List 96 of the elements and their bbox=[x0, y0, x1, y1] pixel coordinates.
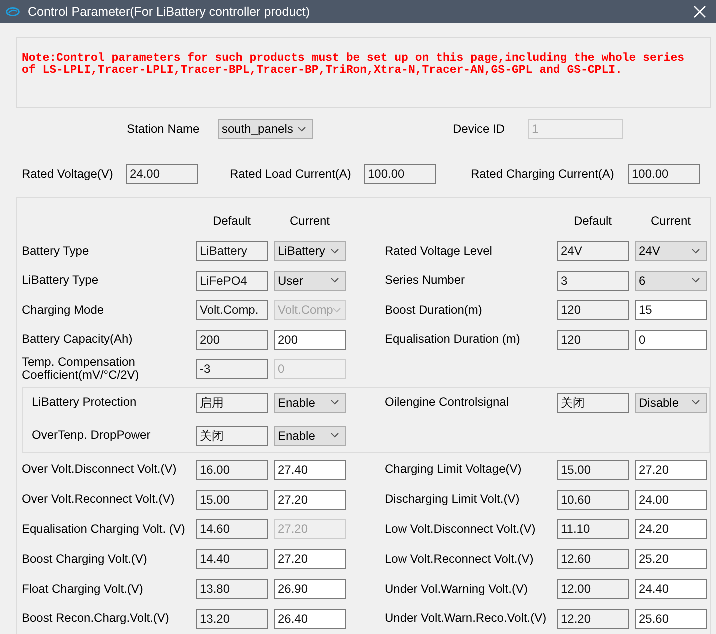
default-value-field: 16.00 bbox=[196, 460, 268, 480]
field-label: Under Vol.Warning Volt.(V) bbox=[385, 582, 529, 596]
close-icon bbox=[694, 6, 706, 18]
value-field[interactable]: 25.60 bbox=[635, 608, 707, 629]
chevron-down-icon bbox=[331, 433, 339, 438]
value-field: 100.00 bbox=[628, 164, 700, 184]
dropdown[interactable]: LiBattery bbox=[274, 241, 346, 262]
chevron-down-icon bbox=[333, 308, 342, 313]
default-value-field: 15.00 bbox=[196, 490, 268, 510]
default-value-field: 关闭 bbox=[557, 392, 629, 412]
value-field: 100.00 bbox=[364, 164, 436, 184]
field-label: Charging Mode bbox=[22, 304, 106, 317]
default-value-field: 3 bbox=[557, 270, 629, 291]
value-field: 24.00 bbox=[126, 164, 198, 184]
default-value-field: 关闭 bbox=[196, 426, 268, 446]
field-label: Temp. Compensation Coefficient(mV/°C/2V) bbox=[22, 356, 140, 382]
field-label: OverTenp. DropPower bbox=[32, 429, 152, 442]
default-value-field: 15.00 bbox=[557, 460, 629, 480]
default-value-field: 200 bbox=[196, 330, 268, 350]
field-label: Discharging Limit Volt.(V) bbox=[385, 493, 521, 506]
chevron-down-icon bbox=[298, 126, 306, 132]
close-button[interactable] bbox=[694, 6, 706, 18]
field-label: Rated Load Current(A) bbox=[230, 167, 352, 181]
value-field[interactable]: 15 bbox=[635, 300, 707, 320]
chevron-down-icon bbox=[692, 278, 700, 284]
default-value-field: -3 bbox=[196, 359, 268, 380]
default-value-field: 14.40 bbox=[196, 549, 268, 570]
column-header: Default bbox=[572, 214, 614, 228]
warning-note: Note:Control parameters for such products must be set up on this page,including the whole series of LS-LPLI,Tracer-LPLI,Tracer-BPL,Tracer-BP,TriRon,Xtra-N,Tracer-AN,GS-GPL and GS-CPLI. bbox=[22, 53, 686, 77]
chevron-down-icon bbox=[331, 400, 339, 405]
column-header: Current bbox=[650, 214, 692, 228]
dropdown[interactable]: Enable bbox=[274, 392, 346, 412]
default-value-field: LiBattery bbox=[196, 241, 268, 262]
default-value-field: 24V bbox=[557, 241, 629, 262]
field-label: Series Number bbox=[385, 274, 466, 288]
column-header: Current bbox=[288, 214, 331, 228]
window-title: Control Parameter(For LiBattery controller product) bbox=[28, 4, 310, 18]
value-field[interactable]: 200 bbox=[274, 330, 346, 350]
default-value-field: 13.80 bbox=[196, 579, 268, 600]
field-label: Rated Charging Current(A) bbox=[471, 167, 616, 181]
field-label: Boost Duration(m) bbox=[385, 304, 484, 317]
default-value-field: 10.60 bbox=[557, 490, 629, 510]
value-field[interactable]: 24.20 bbox=[635, 519, 707, 540]
chevron-down-icon bbox=[692, 248, 700, 254]
dropdown[interactable]: Disable bbox=[635, 392, 707, 412]
value-field[interactable]: 0 bbox=[635, 330, 707, 350]
value-field[interactable]: 27.20 bbox=[274, 549, 346, 570]
field-label: Equalisation Duration (m) bbox=[385, 333, 522, 346]
field-label: Under Volt.Warn.Reco.Volt.(V) bbox=[385, 612, 548, 626]
field-label: Battery Type bbox=[22, 244, 90, 258]
field-label: Equalisation Charging Volt. (V) bbox=[22, 522, 186, 536]
default-value-field: 11.10 bbox=[557, 519, 629, 540]
value-field[interactable]: 27.40 bbox=[274, 460, 346, 480]
field-label: Charging Limit Voltage(V) bbox=[385, 463, 523, 476]
field-label: Low Volt.Disconnect Volt.(V) bbox=[385, 522, 537, 536]
value-field[interactable]: 27.20 bbox=[274, 490, 346, 510]
chevron-down-icon bbox=[331, 248, 339, 254]
field-label: Float Charging Volt.(V) bbox=[22, 582, 144, 596]
field-label: Oilengine Controlsignal bbox=[385, 396, 510, 409]
default-value-field: Volt.Comp. bbox=[196, 300, 268, 320]
field-label: Rated Voltage(V) bbox=[22, 167, 114, 181]
logo-icon bbox=[6, 6, 20, 16]
value-field[interactable]: 26.90 bbox=[274, 579, 346, 600]
field-label: Rated Voltage Level bbox=[385, 244, 494, 258]
value-field[interactable]: 27.20 bbox=[635, 460, 707, 480]
default-value-field: 启用 bbox=[196, 392, 268, 412]
chevron-down-icon bbox=[331, 278, 339, 284]
default-value-field: 120 bbox=[557, 300, 629, 320]
dropdown[interactable]: 6 bbox=[635, 270, 707, 291]
field-label: Over Volt.Reconnect Volt.(V) bbox=[22, 493, 176, 506]
field-label: Battery Capacity(Ah) bbox=[22, 333, 134, 346]
default-value-field: LiFePO4 bbox=[196, 270, 268, 291]
default-value-field: 12.00 bbox=[557, 579, 629, 600]
field-label: LiBattery Protection bbox=[32, 396, 138, 409]
dropdown[interactable]: 24V bbox=[635, 241, 707, 262]
field-label: Boost Recon.Charg.Volt.(V) bbox=[22, 612, 170, 626]
default-value-field: 120 bbox=[557, 330, 629, 350]
chevron-down-icon bbox=[692, 400, 700, 405]
field-label: Over Volt.Disconnect Volt.(V) bbox=[22, 463, 178, 476]
column-header: Default bbox=[212, 214, 252, 228]
value-field[interactable]: 26.40 bbox=[274, 608, 346, 629]
default-value-field: 14.60 bbox=[196, 519, 268, 540]
field-label: Boost Charging Volt.(V) bbox=[22, 552, 148, 566]
value-field[interactable]: 24.40 bbox=[635, 579, 707, 600]
field-label: Device ID bbox=[453, 122, 506, 136]
dropdown[interactable]: south_panels bbox=[218, 119, 313, 139]
default-value-field: 12.20 bbox=[557, 608, 629, 629]
value-field[interactable]: 25.20 bbox=[635, 549, 707, 570]
default-value-field: 12.60 bbox=[557, 549, 629, 570]
dropdown[interactable]: Enable bbox=[274, 426, 346, 446]
field-label: Station Name bbox=[127, 122, 201, 136]
field-label: Low Volt.Reconnect Volt.(V) bbox=[385, 552, 535, 566]
value-field[interactable]: 24.00 bbox=[635, 490, 707, 510]
default-value-field: 13.20 bbox=[196, 608, 268, 629]
field-label: LiBattery Type bbox=[22, 274, 100, 288]
dropdown[interactable]: User bbox=[274, 270, 346, 291]
